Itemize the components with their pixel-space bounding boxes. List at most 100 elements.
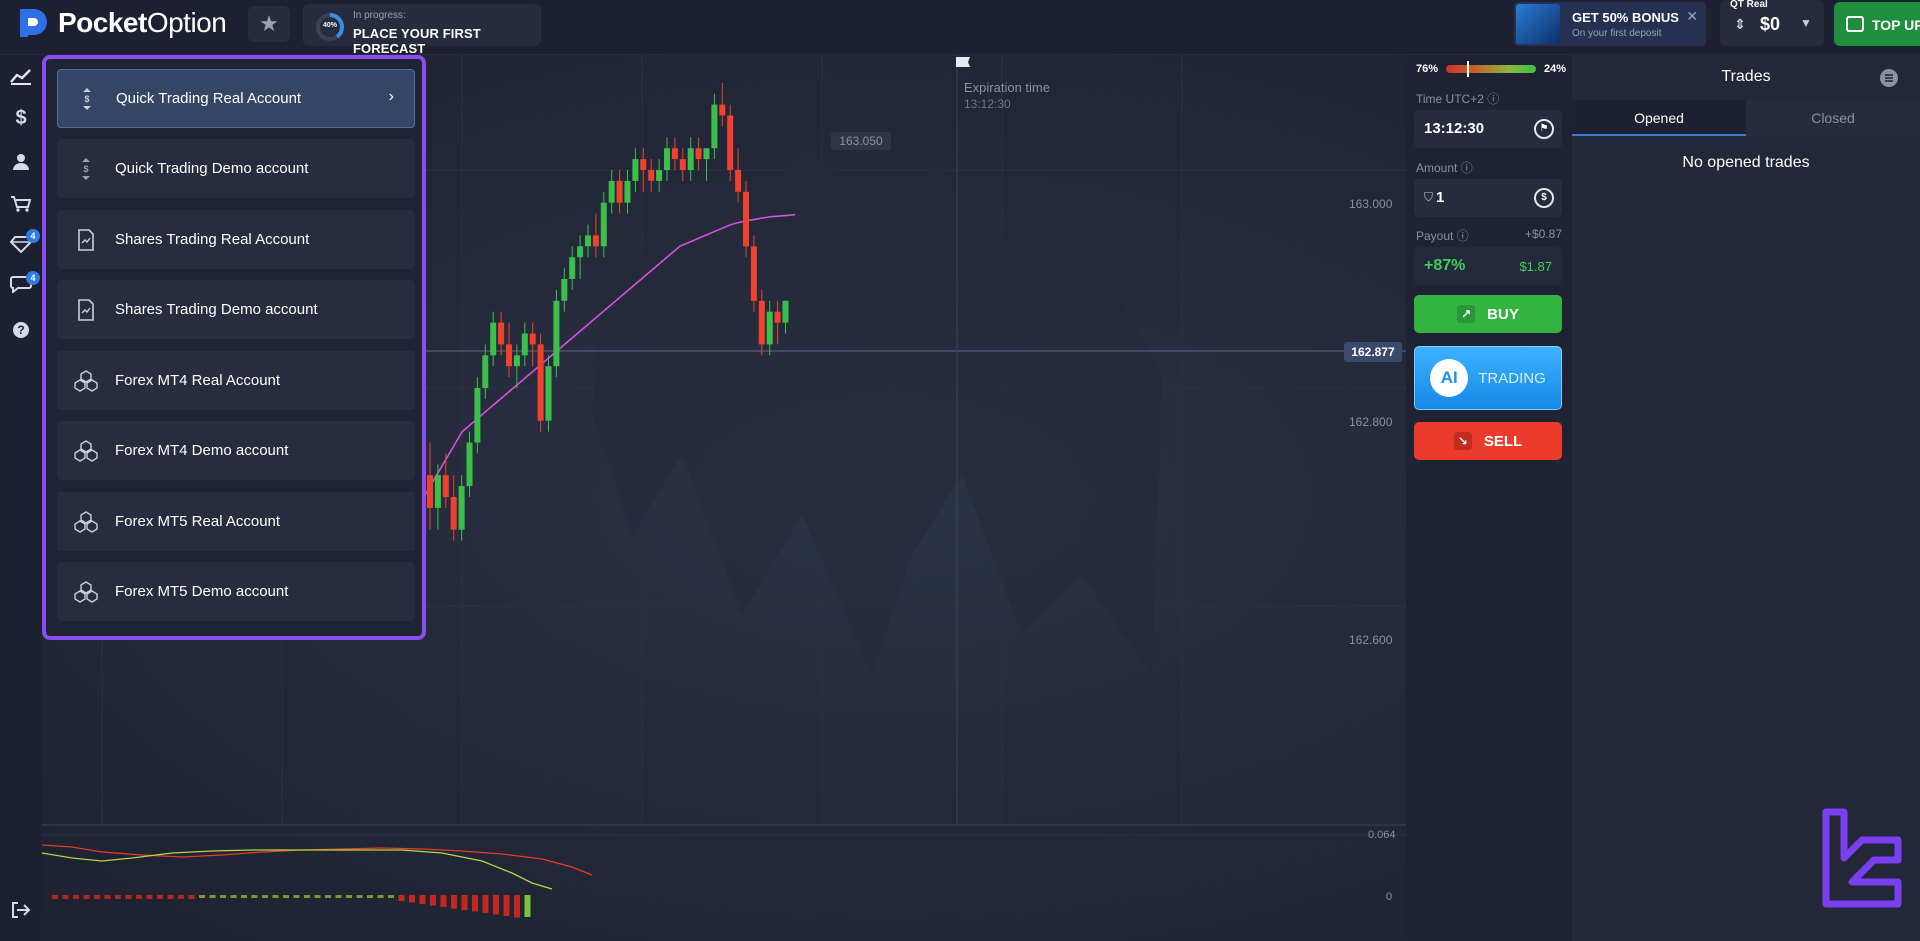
- help-question-icon[interactable]: ?: [8, 317, 34, 343]
- payout-label: Payout ⓘ: [1416, 229, 1469, 243]
- histogram-bar: [472, 895, 478, 912]
- histogram-bar: [157, 895, 163, 899]
- candle-down: [537, 344, 544, 421]
- candle-up: [521, 333, 528, 356]
- candle-down: [450, 497, 457, 530]
- candle-up: [434, 475, 441, 508]
- switch-arrows-icon: ⇕: [1734, 16, 1746, 32]
- candle-down: [506, 344, 512, 367]
- achievements-badge: 4: [26, 229, 40, 243]
- bonus-chest-icon: [1516, 4, 1560, 44]
- onboarding-progress[interactable]: 40% In progress: PLACE YOUR FIRST FORECA…: [303, 4, 541, 56]
- histogram-bar: [293, 895, 300, 898]
- tab-closed[interactable]: Closed: [1746, 100, 1920, 136]
- payout-percent: +87%: [1424, 257, 1466, 274]
- histogram-bar: [94, 895, 100, 899]
- quick-trading-icon: $: [58, 87, 116, 111]
- favorite-star-button[interactable]: ★: [248, 6, 290, 42]
- menu-item-shares-real[interactable]: Shares Trading Real Account: [57, 210, 415, 269]
- histogram-bar: [419, 895, 426, 904]
- bonus-title: GET 50% BONUS: [1572, 10, 1679, 25]
- wallet-icon: [1846, 16, 1864, 32]
- candle-down: [679, 159, 686, 170]
- histogram-bar: [409, 895, 415, 903]
- time-label: Time UTC+2 ⓘ: [1416, 92, 1500, 106]
- dollar-icon[interactable]: $: [8, 105, 34, 131]
- ai-trading-button[interactable]: AI TRADING: [1414, 346, 1562, 410]
- histogram-bar: [482, 895, 489, 913]
- menu-item-forex-mt5-real[interactable]: Forex MT5 Real Account: [57, 492, 415, 551]
- chevron-right-icon: ›: [388, 88, 394, 105]
- candle-up: [458, 486, 465, 530]
- candle-up: [466, 442, 473, 487]
- expiration-title: Expiration time: [964, 80, 1050, 95]
- histogram-bar: [73, 895, 79, 899]
- watermark-logo-icon: [1822, 808, 1902, 908]
- candle-down: [727, 115, 734, 170]
- bonus-banner[interactable]: GET 50% BONUS On your first deposit ✕: [1514, 2, 1706, 46]
- histogram-bar: [314, 895, 321, 898]
- menu-item-quick-trading-real[interactable]: $ Quick Trading Real Account ›: [57, 69, 415, 128]
- histogram-bar: [230, 895, 237, 898]
- indicator-histogram: [52, 895, 531, 918]
- candle-up: [490, 322, 497, 356]
- left-nav-bar: $ 4 4 ?: [0, 55, 42, 941]
- menu-item-shares-demo[interactable]: Shares Trading Demo account: [57, 280, 415, 339]
- histogram-bar: [398, 895, 405, 901]
- candle-up: [585, 235, 591, 247]
- flag-icon[interactable]: ⚑: [1534, 119, 1554, 139]
- menu-item-label: Quick Trading Demo account: [115, 160, 309, 177]
- histogram-bar: [115, 895, 121, 899]
- top-up-button[interactable]: TOP UP: [1834, 2, 1920, 46]
- user-icon[interactable]: [8, 149, 34, 175]
- candle-down: [498, 322, 505, 345]
- progress-percent: 40%: [322, 22, 337, 29]
- candle-up: [569, 257, 576, 279]
- time-input[interactable]: 13:12:30 ⚑: [1414, 110, 1562, 148]
- indicator-tick: 0: [1386, 891, 1393, 903]
- shares-document-icon: [57, 298, 115, 321]
- sell-button[interactable]: ↘ SELL: [1414, 422, 1562, 460]
- menu-item-forex-mt4-real[interactable]: Forex MT4 Real Account: [57, 351, 415, 410]
- account-switcher[interactable]: QT Real ⇕ $0 ▼: [1720, 0, 1824, 46]
- histogram-bar: [125, 895, 132, 899]
- amount-input[interactable]: 1 ⛉ $: [1414, 179, 1562, 217]
- indicator-tick: 0.064: [1368, 829, 1396, 841]
- list-menu-icon[interactable]: [1880, 69, 1898, 87]
- brand-logo[interactable]: PocketOption: [14, 6, 227, 40]
- histogram-bar: [272, 895, 279, 898]
- payout-increment: +$0.87: [1524, 227, 1562, 241]
- histogram-bar: [241, 895, 247, 898]
- menu-item-forex-mt5-demo[interactable]: Forex MT5 Demo account: [57, 562, 415, 621]
- histogram-bar: [52, 895, 58, 899]
- histogram-bar: [104, 895, 111, 899]
- svg-text:?: ?: [17, 323, 24, 337]
- histogram-bar: [356, 895, 363, 898]
- forex-cubes-icon: [57, 439, 115, 462]
- empty-trades-message: No opened trades: [1682, 154, 1810, 171]
- menu-item-forex-mt4-demo[interactable]: Forex MT4 Demo account: [57, 421, 415, 480]
- buy-button[interactable]: ↗ BUY: [1414, 295, 1562, 333]
- chart-trend-icon[interactable]: [8, 63, 34, 89]
- star-icon: ★: [259, 11, 279, 36]
- top-up-label: TOP UP: [1872, 17, 1920, 33]
- logout-icon[interactable]: [8, 897, 34, 923]
- account-type-menu: $ Quick Trading Real Account › $ Quick T…: [42, 55, 426, 640]
- candle-up: [561, 279, 568, 301]
- top-header: PocketOption ★ 40% In progress: PLACE YO…: [0, 0, 1920, 56]
- quick-trading-icon: $: [57, 157, 115, 181]
- candle-up: [632, 159, 639, 181]
- bonus-close-icon[interactable]: ✕: [1686, 8, 1698, 25]
- amount-label: Amount ⓘ: [1416, 161, 1473, 175]
- candle-up: [624, 180, 631, 203]
- tab-opened[interactable]: Opened: [1572, 100, 1746, 136]
- progress-title: PLACE YOUR FIRST FORECAST: [353, 26, 481, 56]
- candle-up: [474, 388, 481, 443]
- histogram-bar: [283, 895, 289, 898]
- menu-item-quick-trading-demo[interactable]: $ Quick Trading Demo account: [57, 139, 415, 198]
- candle-up: [782, 300, 789, 323]
- cart-icon[interactable]: [8, 191, 34, 217]
- currency-dollar-icon[interactable]: $: [1534, 188, 1554, 208]
- histogram-bar: [136, 895, 142, 899]
- histogram-bar: [335, 895, 342, 898]
